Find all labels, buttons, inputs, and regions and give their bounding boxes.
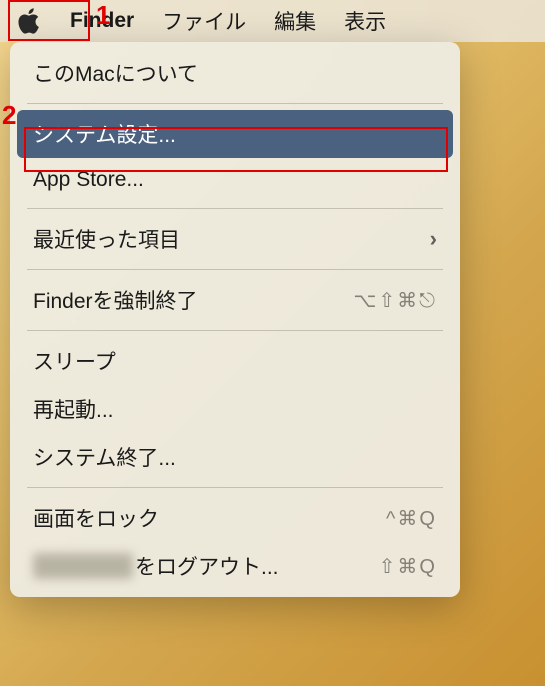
menu-shortcut: ^⌘Q — [386, 506, 437, 531]
menu-separator — [27, 103, 443, 104]
menu-label: App Store... — [33, 168, 144, 192]
menubar-view[interactable]: 表示 — [344, 6, 386, 36]
menu-logout[interactable]: をログアウト... ⇧⌘Q — [17, 542, 453, 590]
menu-separator — [27, 269, 443, 270]
menu-label: をログアウト... — [33, 551, 279, 581]
menu-label: 再起動... — [33, 394, 114, 424]
menu-label: Finderを強制終了 — [33, 285, 198, 315]
menu-label: このMacについて — [33, 58, 198, 88]
menu-restart[interactable]: 再起動... — [17, 385, 453, 433]
menu-shutdown[interactable]: システム終了... — [17, 433, 453, 481]
apple-menu-icon[interactable] — [14, 7, 42, 35]
menubar-app-name[interactable]: Finder — [70, 9, 134, 33]
apple-menu-dropdown: このMacについて システム設定... App Store... 最近使った項目… — [10, 42, 460, 597]
chevron-right-icon: › — [430, 226, 437, 252]
menu-separator — [27, 208, 443, 209]
menu-lock-screen[interactable]: 画面をロック ^⌘Q — [17, 494, 453, 542]
menu-label: 画面をロック — [33, 503, 159, 533]
menu-label: 最近使った項目 — [33, 224, 180, 254]
menu-separator — [27, 487, 443, 488]
menu-about-mac[interactable]: このMacについて — [17, 49, 453, 97]
menu-app-store[interactable]: App Store... — [17, 158, 453, 202]
menubar: Finder ファイル 編集 表示 — [0, 0, 545, 42]
menu-force-quit[interactable]: Finderを強制終了 ⌥⇧⌘⎋ — [17, 276, 453, 324]
menu-sleep[interactable]: スリープ — [17, 337, 453, 385]
menu-shortcut: ⌥⇧⌘⎋ — [353, 288, 437, 313]
redacted-username — [33, 553, 133, 579]
menubar-edit[interactable]: 編集 — [274, 6, 316, 36]
menu-shortcut: ⇧⌘Q — [379, 554, 437, 579]
menu-label: システム終了... — [33, 442, 176, 472]
menubar-file[interactable]: ファイル — [162, 6, 246, 36]
menu-separator — [27, 330, 443, 331]
menu-label: スリープ — [33, 346, 116, 376]
menu-label: システム設定... — [33, 119, 176, 149]
menu-system-settings[interactable]: システム設定... — [17, 110, 453, 158]
menu-recent-items[interactable]: 最近使った項目 › — [17, 215, 453, 263]
